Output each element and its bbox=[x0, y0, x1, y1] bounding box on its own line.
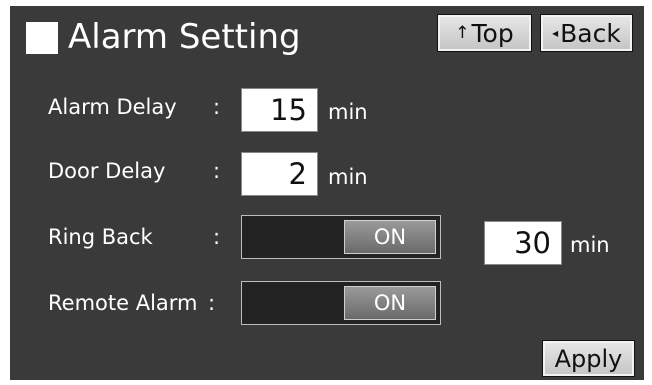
alarm-delay-unit: min bbox=[328, 100, 368, 124]
alarm-setting-screen: Alarm Setting ↑ Top ◂ Back Alarm Delay :… bbox=[10, 6, 644, 380]
ring-back-colon: : bbox=[213, 225, 221, 249]
remote-alarm-toggle-knob[interactable]: ON bbox=[344, 286, 436, 320]
door-delay-unit: min bbox=[328, 165, 368, 189]
ring-back-toggle[interactable]: ON bbox=[241, 215, 441, 259]
door-delay-label: Door Delay bbox=[48, 159, 166, 183]
title-square-icon bbox=[26, 22, 58, 54]
back-button-label: Back bbox=[560, 18, 621, 48]
alarm-delay-label: Alarm Delay bbox=[48, 95, 177, 119]
ring-back-unit: min bbox=[570, 233, 610, 257]
arrow-up-icon: ↑ bbox=[455, 23, 470, 43]
top-button-label: Top bbox=[471, 18, 514, 48]
remote-alarm-toggle[interactable]: ON bbox=[241, 281, 441, 325]
remote-alarm-label: Remote Alarm bbox=[48, 291, 198, 315]
ring-back-toggle-knob[interactable]: ON bbox=[344, 220, 436, 254]
alarm-delay-input[interactable]: 15 bbox=[241, 88, 318, 132]
back-button[interactable]: ◂ Back bbox=[540, 14, 633, 52]
remote-alarm-colon: : bbox=[208, 291, 216, 315]
ring-back-label: Ring Back bbox=[48, 225, 153, 249]
alarm-delay-colon: : bbox=[213, 95, 221, 119]
top-button[interactable]: ↑ Top bbox=[437, 14, 532, 52]
page-title: Alarm Setting bbox=[68, 17, 301, 57]
door-delay-colon: : bbox=[213, 159, 221, 183]
arrow-left-icon: ◂ bbox=[552, 26, 559, 40]
apply-button[interactable]: Apply bbox=[542, 340, 635, 377]
door-delay-input[interactable]: 2 bbox=[241, 152, 318, 196]
ring-back-input[interactable]: 30 bbox=[484, 221, 562, 265]
